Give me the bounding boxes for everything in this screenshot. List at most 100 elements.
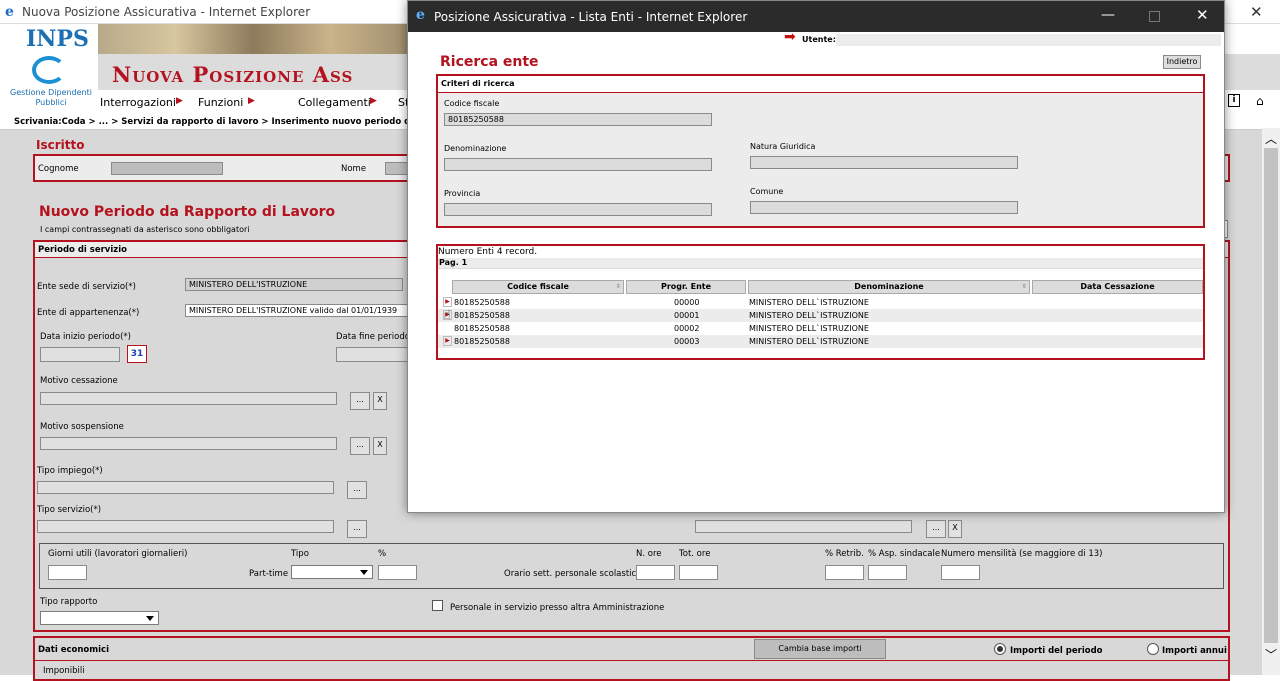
giorni-field[interactable] [48, 565, 87, 580]
table-row[interactable]: ▶ 80185250588 00001 MINISTERO DELL`ISTRU… [438, 309, 1203, 322]
back-button[interactable]: Indietro [1163, 55, 1201, 69]
provincia-field[interactable] [444, 203, 712, 216]
row-select-icon[interactable]: ▶ [443, 297, 452, 307]
cambia-base-button[interactable]: Cambia base importi [754, 639, 886, 659]
logo-swirl-icon [32, 56, 66, 84]
perc-field[interactable] [378, 565, 417, 580]
personale-checkbox[interactable] [432, 600, 443, 611]
motivo-sospensione-lookup-button[interactable]: ... [350, 437, 370, 455]
th-denominazione[interactable]: Denominazione ⇳ [748, 280, 1030, 294]
tipo-servizio-lookup-button[interactable]: ... [347, 520, 367, 538]
popup-title-bar: e Posizione Assicurativa - Lista Enti - … [408, 1, 1224, 32]
natura-field[interactable] [750, 156, 1018, 169]
cell-progr: 00003 [674, 337, 700, 346]
tipo-impiego-field[interactable] [37, 481, 334, 494]
mouse-cursor-icon: ☝ [443, 308, 451, 323]
ente-sede-field[interactable]: MINISTERO DELL'ISTRUZIONE [185, 278, 403, 291]
part-time-label: Part-time [249, 569, 289, 579]
minimize-icon[interactable]: — [1101, 7, 1115, 23]
cell-den: MINISTERO DELL`ISTRUZIONE [749, 298, 869, 307]
ie-icon: e [5, 4, 14, 20]
importi-annui-radio[interactable] [1147, 643, 1159, 655]
tot-ore-field[interactable] [679, 565, 718, 580]
row-select-icon[interactable]: ▶ [443, 336, 452, 346]
main-scrollbar[interactable]: ︿ ﹀ [1262, 128, 1280, 675]
banner-image [98, 24, 408, 54]
table-row[interactable]: 80185250588 00002 MINISTERO DELL`ISTRUZI… [438, 322, 1203, 335]
cell-den: MINISTERO DELL`ISTRUZIONE [749, 311, 869, 320]
th-data-cessazione[interactable]: Data Cessazione [1032, 280, 1203, 294]
close-icon[interactable]: ✕ [1250, 3, 1263, 21]
ente-sede-label: Ente sede di servizio(*) [37, 282, 136, 292]
menu-collegamenti[interactable]: Collegamenti [298, 96, 371, 109]
motivo-cessazione-lookup-button[interactable]: ... [350, 392, 370, 410]
natura-label: Natura Giuridica [750, 142, 816, 151]
sitemap-icon[interactable]: ⌂ [1256, 94, 1264, 108]
codice-fiscale-field[interactable]: 80185250588 [444, 113, 712, 126]
n-ore-field[interactable] [636, 565, 675, 580]
th-progr-ente[interactable]: Progr. Ente [626, 280, 746, 294]
data-fine-field[interactable] [336, 347, 416, 362]
extra-lookup-button[interactable]: ... [926, 520, 946, 538]
provincia-label: Provincia [444, 189, 481, 198]
calendar-icon[interactable]: 31 [127, 345, 147, 363]
retrib-label: % Retrib. [825, 549, 864, 559]
tipo-rapporto-select[interactable] [40, 611, 159, 625]
table-row[interactable]: ▶ 80185250588 00003 MINISTERO DELL`ISTRU… [438, 335, 1203, 348]
nome-label: Nome [341, 164, 367, 174]
asp-field[interactable] [868, 565, 907, 580]
menu-arrow-icon: ▶ [370, 96, 377, 106]
page-number: Pag. 1 [439, 258, 468, 267]
motivo-cessazione-field[interactable] [40, 392, 337, 405]
menu-funzioni[interactable]: Funzioni [198, 96, 243, 109]
ente-app-label: Ente di appartenenza(*) [37, 308, 140, 318]
denominazione-label: Denominazione [444, 144, 507, 153]
results-table: Codice fiscale ⇳ Progr. Ente Denominazio… [438, 280, 1203, 352]
info-icon[interactable]: i [1228, 94, 1240, 107]
motivo-cessazione-label: Motivo cessazione [40, 376, 118, 386]
tot-ore-label: Tot. ore [679, 549, 711, 559]
tipo-servizio-label: Tipo servizio(*) [37, 505, 102, 515]
motivo-cessazione-clear-button[interactable]: X [373, 392, 387, 410]
table-row[interactable]: ▶ 80185250588 00000 MINISTERO DELL`ISTRU… [438, 296, 1203, 309]
dati-economici-title: Dati economici [38, 645, 109, 655]
dati-economici-box: Dati economici Cambia base importi Impor… [33, 636, 1230, 681]
pag-bar: Pag. 1 [438, 258, 1203, 269]
cognome-field[interactable] [111, 162, 223, 175]
menu-interrogazioni[interactable]: Interrogazioni [100, 96, 176, 109]
sort-icon[interactable]: ⇳ [1022, 281, 1027, 293]
extra-clear-button[interactable]: X [948, 520, 962, 538]
data-inizio-field[interactable] [40, 347, 120, 362]
personale-label: Personale in servizio presso altra Ammin… [450, 603, 665, 613]
maximize-icon [1149, 11, 1160, 22]
scroll-down-icon[interactable]: ﹀ [1265, 646, 1277, 663]
tipo-impiego-lookup-button[interactable]: ... [347, 481, 367, 499]
popup-title: Posizione Assicurativa - Lista Enti - In… [434, 10, 748, 24]
tipo-servizio-field[interactable] [37, 520, 334, 533]
perc-label: % [378, 549, 387, 559]
ricerca-heading: Ricerca ente [440, 54, 539, 70]
th-codice-fiscale[interactable]: Codice fiscale ⇳ [452, 280, 624, 294]
tipo-rapporto-label: Tipo rapporto [40, 597, 98, 607]
data-fine-label: Data fine periodo [336, 332, 410, 342]
criteri-title: Criteri di ricerca [441, 79, 515, 88]
motivo-sospensione-field[interactable] [40, 437, 337, 450]
utente-label: Utente: [802, 35, 836, 44]
ente-app-field[interactable]: MINISTERO DELL'ISTRUZIONE valido dal 01/… [185, 304, 411, 317]
denominazione-field[interactable] [444, 158, 712, 171]
main-window-title: Nuova Posizione Assicurativa - Internet … [22, 5, 311, 19]
periodo-title: Nuovo Periodo da Rapporto di Lavoro [39, 204, 336, 220]
mensilita-field[interactable] [941, 565, 980, 580]
comune-field[interactable] [750, 201, 1018, 214]
menu-arrow-icon: ▶ [176, 96, 183, 106]
close-icon[interactable]: ✕ [1196, 6, 1209, 24]
motivo-sospensione-clear-button[interactable]: X [373, 437, 387, 455]
retrib-field[interactable] [825, 565, 864, 580]
scroll-thumb[interactable] [1264, 148, 1278, 643]
importi-periodo-radio[interactable] [994, 643, 1006, 655]
scroll-up-icon[interactable]: ︿ [1265, 130, 1277, 147]
part-time-select[interactable] [291, 565, 373, 579]
breadcrumb: Scrivania:Coda > ... > Servizi da rappor… [14, 117, 442, 127]
extra-field[interactable] [695, 520, 912, 533]
sort-icon[interactable]: ⇳ [616, 281, 621, 293]
